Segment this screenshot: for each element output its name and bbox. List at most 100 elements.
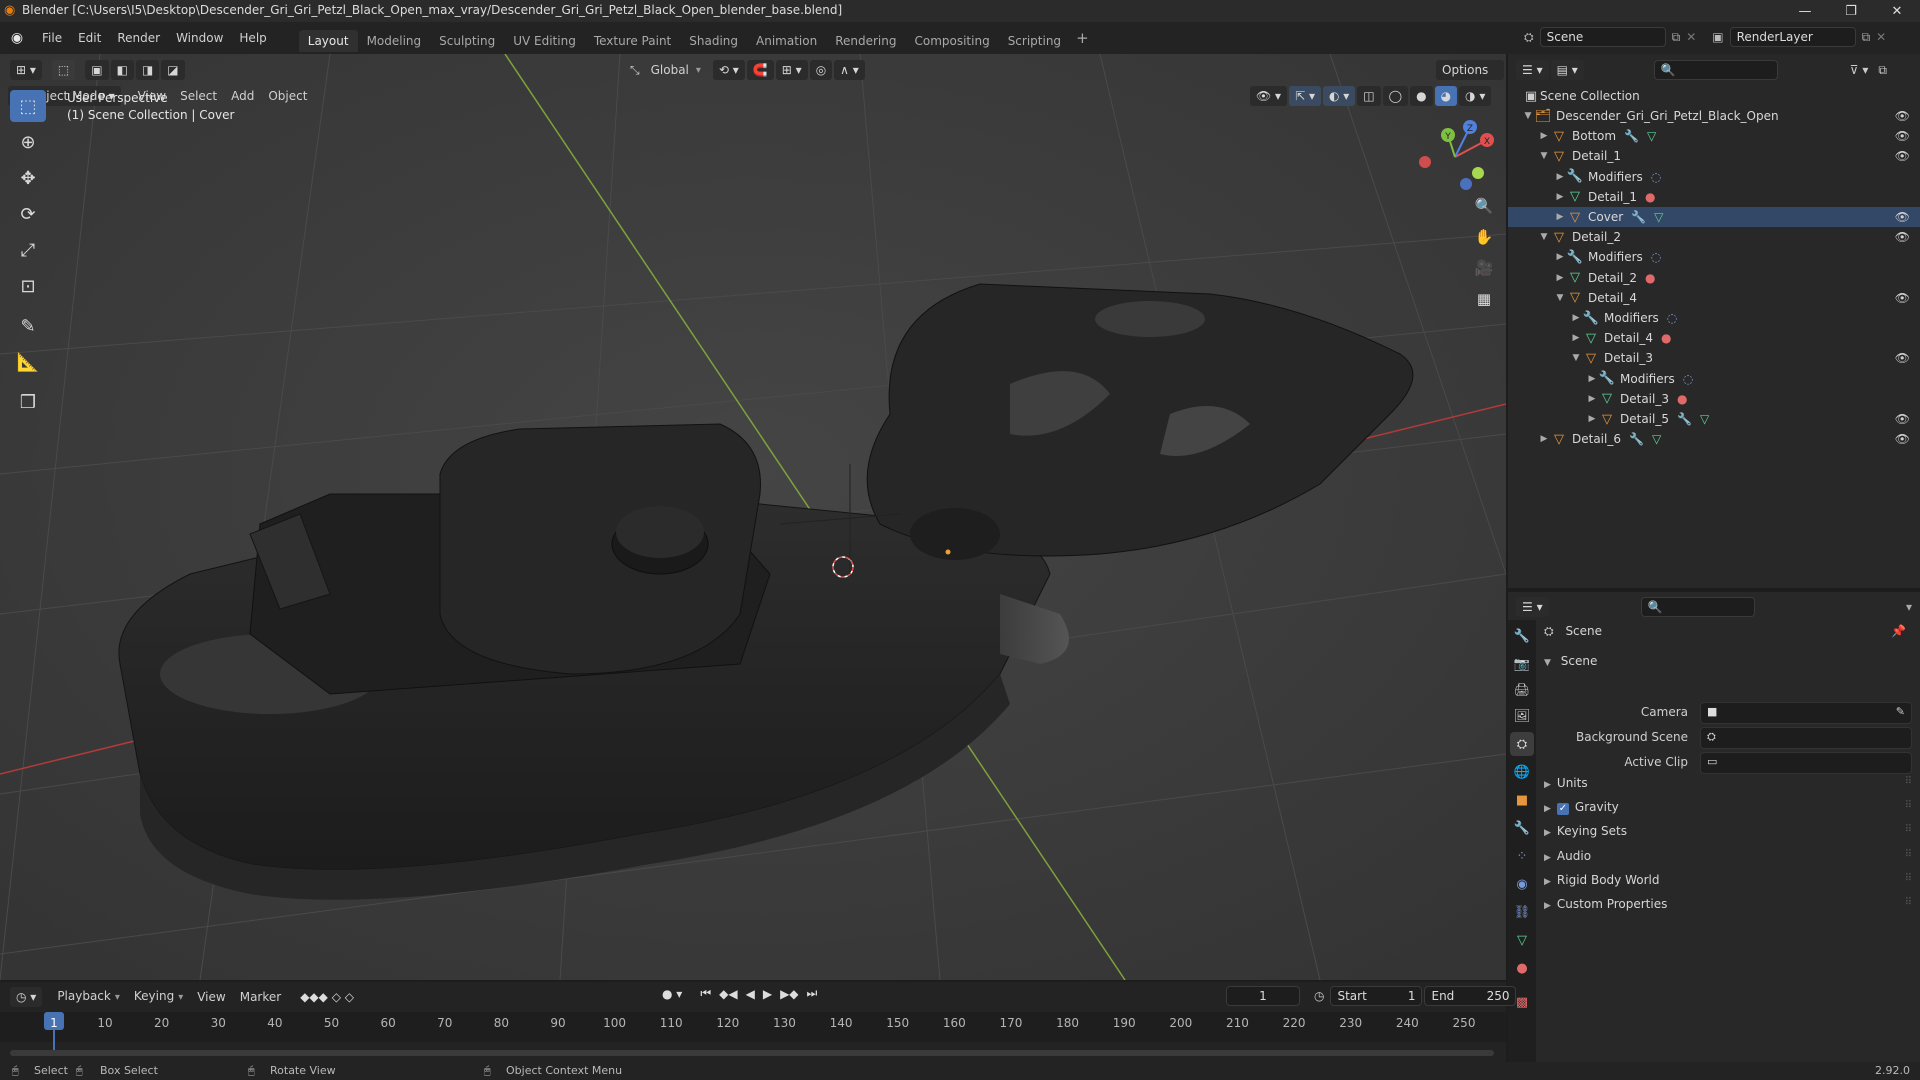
world-tab-icon[interactable]: 🌐: [1510, 760, 1534, 784]
new-renderlayer-icon[interactable]: ⧉: [1862, 30, 1871, 45]
new-scene-icon[interactable]: ⧉: [1672, 30, 1681, 45]
camera-field[interactable]: ■ ✎: [1700, 702, 1912, 724]
selection-intersect-icon[interactable]: ◪: [161, 60, 185, 80]
visibility-eye-icon[interactable]: 👁: [1895, 129, 1910, 143]
outliner-item[interactable]: ▶ ▽ Bottom 🔧 ▽ 👁: [1508, 126, 1920, 146]
add-cube-tool[interactable]: ❒: [10, 386, 46, 418]
timeline-ruler[interactable]: [0, 1012, 1506, 1042]
pin-icon[interactable]: 📌: [1891, 624, 1906, 638]
outliner-item[interactable]: ▼ ▽ Detail_3 👁: [1508, 348, 1920, 368]
expand-icon[interactable]: ▶: [1554, 172, 1566, 182]
eyedropper-icon[interactable]: ✎: [1896, 705, 1905, 718]
maximize-icon[interactable]: ❐: [1828, 0, 1874, 22]
outliner-item[interactable]: ▶ ▽ Detail_2 ●: [1508, 268, 1920, 288]
falloff-icon[interactable]: ∧ ▾: [834, 60, 865, 80]
blender-menu-icon[interactable]: ◉: [0, 30, 34, 46]
modifier-icon[interactable]: ◌: [1667, 311, 1677, 325]
solid-shading-icon[interactable]: ●: [1410, 86, 1433, 106]
visibility-eye-icon[interactable]: 👁: [1895, 210, 1910, 224]
object-tab-icon[interactable]: ■: [1510, 788, 1534, 812]
menu-edit[interactable]: Edit: [70, 22, 109, 54]
minimize-icon[interactable]: —: [1782, 0, 1828, 22]
drag-handle-icon[interactable]: ⠿: [1905, 897, 1912, 908]
next-keyframe-icon[interactable]: ▶◆: [780, 987, 798, 1001]
rotate-tool[interactable]: ⟳: [10, 198, 46, 230]
keyframe-icons[interactable]: ◆◆◆ ◇ ◇: [300, 990, 354, 1004]
outliner-item[interactable]: ▼ ▽ Detail_4 👁: [1508, 288, 1920, 308]
annotate-tool[interactable]: ✎: [10, 310, 46, 342]
wrench-icon[interactable]: 🔧: [1631, 210, 1646, 224]
pan-hand-icon[interactable]: ✋: [1471, 224, 1497, 250]
material-icon[interactable]: ●: [1645, 190, 1655, 204]
outliner-item[interactable]: ▶ 🔧 Modifiers ◌: [1508, 369, 1920, 389]
gizmo-toggle-icon[interactable]: ⇱ ▾: [1289, 86, 1321, 106]
filter-icon[interactable]: ⊽ ▾: [1850, 63, 1869, 77]
material-shading-icon[interactable]: ◕: [1434, 86, 1458, 106]
expand-icon[interactable]: ▶: [1586, 414, 1598, 424]
jump-start-icon[interactable]: ⏮: [700, 986, 711, 1001]
material-icon[interactable]: ●: [1661, 331, 1671, 345]
record-icon[interactable]: ● ▾: [662, 987, 682, 1001]
tab-rendering[interactable]: Rendering: [826, 30, 905, 52]
jump-end-icon[interactable]: ⏭: [807, 986, 818, 1001]
outliner-item[interactable]: ▶ 🔧 Modifiers ◌: [1508, 247, 1920, 267]
play-icon[interactable]: ▶: [763, 987, 772, 1001]
outliner-item[interactable]: ▶ 🔧 Modifiers ◌: [1508, 308, 1920, 328]
select-box-tool[interactable]: ⬚: [10, 90, 46, 122]
start-frame-field[interactable]: Start 1: [1330, 986, 1423, 1006]
data-tab-icon[interactable]: ▽: [1510, 928, 1534, 952]
expand-icon[interactable]: ▶: [1570, 333, 1582, 343]
rendered-shading-icon[interactable]: ◑ ▾: [1459, 86, 1492, 106]
scene-panel-header[interactable]: ▼ Scene: [1544, 654, 1912, 676]
tab-scripting[interactable]: Scripting: [999, 30, 1070, 52]
expand-icon[interactable]: ▶: [1538, 131, 1550, 141]
subpanel-custom-properties[interactable]: ▶ Custom Properties ⠿: [1544, 897, 1912, 917]
delete-scene-icon[interactable]: ✕: [1686, 30, 1696, 44]
tab-sculpting[interactable]: Sculpting: [430, 30, 504, 52]
visibility-icon[interactable]: 👁 ▾: [1250, 86, 1288, 106]
pivot-point-icon[interactable]: ⟲ ▾: [712, 60, 745, 80]
tab-layout[interactable]: Layout: [298, 29, 358, 52]
visibility-eye-icon[interactable]: 👁: [1895, 432, 1910, 446]
properties-options-icon[interactable]: ▾: [1906, 600, 1912, 614]
output-tab-icon[interactable]: 🖨: [1510, 678, 1534, 702]
outliner-item[interactable]: ▼ 🗂 Descender_Gri_Gri_Petzl_Black_Open 👁: [1508, 106, 1920, 126]
proportional-edit-icon[interactable]: ◎: [809, 60, 833, 80]
tab-uv-editing[interactable]: UV Editing: [504, 30, 585, 52]
subpanel-rigid-body-world[interactable]: ▶ Rigid Body World ⠿: [1544, 873, 1912, 893]
outliner-item[interactable]: ▶ 🔧 Modifiers ◌: [1508, 167, 1920, 187]
new-collection-icon[interactable]: ⧉: [1878, 63, 1887, 78]
expand-icon[interactable]: ▶: [1554, 192, 1566, 202]
mesh-icon[interactable]: ▽: [1654, 210, 1663, 224]
mesh-icon[interactable]: ▽: [1700, 412, 1709, 426]
collapse-icon[interactable]: ▼: [1570, 353, 1582, 363]
ortho-grid-icon[interactable]: ▦: [1471, 286, 1497, 312]
add-workspace-button[interactable]: +: [1076, 29, 1089, 47]
zoom-icon[interactable]: 🔍: [1471, 193, 1497, 219]
outliner-editor-type-icon[interactable]: ☰ ▾: [1516, 60, 1549, 80]
close-icon[interactable]: ✕: [1874, 0, 1920, 22]
tab-modeling[interactable]: Modeling: [358, 30, 431, 52]
expand-icon[interactable]: ▶: [1586, 394, 1598, 404]
mesh-icon[interactable]: ▽: [1647, 129, 1656, 143]
expand-icon[interactable]: ▶: [1554, 252, 1566, 262]
collapse-icon[interactable]: ▼: [1538, 151, 1550, 161]
camera-view-icon[interactable]: 🎥: [1471, 255, 1497, 281]
timeline-editor-type-icon[interactable]: ◷ ▾: [10, 987, 43, 1007]
timeline-menu-keying[interactable]: Keying ▾: [127, 986, 190, 1008]
transform-tool[interactable]: ⊡: [10, 270, 46, 302]
menu-help[interactable]: Help: [231, 22, 274, 54]
subpanel-units[interactable]: ▶ Units ⠿: [1544, 776, 1912, 796]
tab-animation[interactable]: Animation: [747, 30, 826, 52]
cursor-tool[interactable]: ⊕: [10, 126, 46, 158]
render-tab-icon[interactable]: 📷: [1510, 652, 1534, 676]
outliner-item[interactable]: ▼ ▽ Detail_2 👁: [1508, 227, 1920, 247]
expand-icon[interactable]: ▶: [1554, 273, 1566, 283]
timeline-menu-playback[interactable]: Playback ▾: [50, 986, 127, 1008]
selection-new-icon[interactable]: ▣: [85, 60, 109, 80]
timeline-menu-marker[interactable]: Marker: [233, 987, 288, 1007]
timeline-menu-view[interactable]: View: [190, 987, 232, 1007]
tab-compositing[interactable]: Compositing: [905, 30, 998, 52]
properties-editor-type-icon[interactable]: ☰ ▾: [1516, 597, 1549, 617]
3d-viewport[interactable]: ⊞ ▾ ⬚ ▣ ◧ ◨ ◪ ⤡ Global ▾ ⟲ ▾ 🧲 ⊞ ▾ ◎ ∧ ▾…: [0, 54, 1506, 980]
